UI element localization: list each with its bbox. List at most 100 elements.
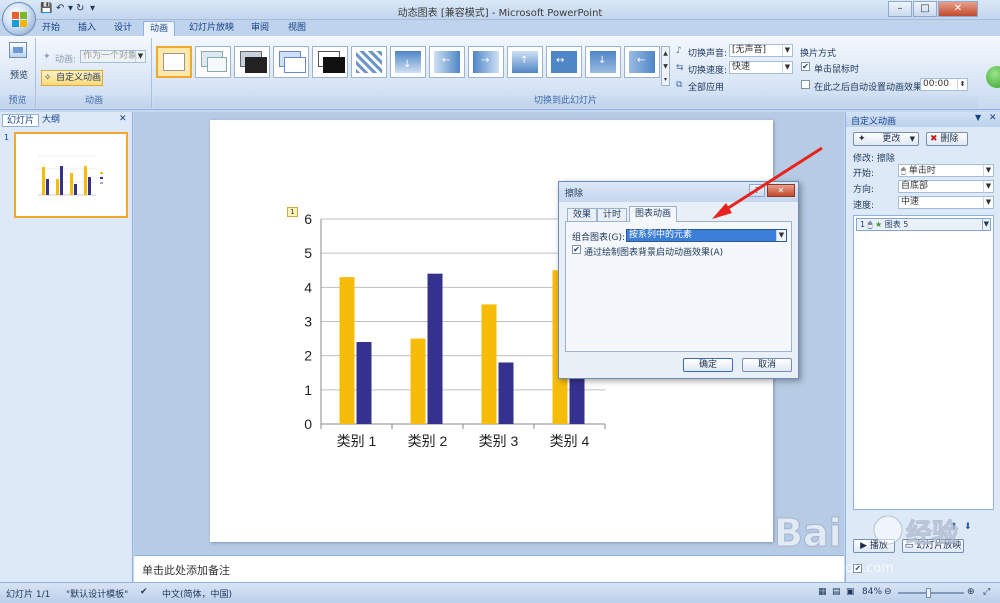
notes-placeholder: 单击此处添加备注 (142, 564, 230, 577)
chevron-down-icon: ▼ (135, 51, 145, 62)
tab-outline[interactable]: 大纲 (38, 114, 64, 127)
slideshow-view-icon[interactable]: ▣ (846, 587, 855, 597)
bar (498, 362, 514, 424)
animation-select[interactable]: 作为一个对象 ▼ (80, 50, 146, 63)
cancel-button[interactable]: 取消 (742, 358, 792, 372)
sound-select[interactable]: [无声音] ▼ (729, 44, 793, 57)
transition-wipe-up[interactable]: ↑ (507, 46, 543, 78)
animation-list-item[interactable]: 1 🖱 ★ 图表 5 ▼ (856, 218, 991, 231)
modify-label: 修改: 擦除 (853, 154, 895, 164)
zoom-in-icon[interactable]: ⊕ (967, 587, 975, 597)
advance-title: 换片方式 (800, 49, 837, 59)
group-chart-select[interactable]: 按系列中的元素 ▼ (626, 229, 787, 242)
tab-slides[interactable]: 幻灯片 (2, 114, 40, 127)
tab-insert[interactable]: 插入 (72, 21, 102, 36)
change-button[interactable]: ✦ 更改 ▼ (853, 132, 919, 146)
transition-none[interactable] (156, 46, 192, 78)
speed-select-value: 快速 (732, 62, 751, 72)
transition-cut[interactable] (273, 46, 309, 78)
sorter-view-icon[interactable]: ▤ (832, 587, 841, 597)
pane-menu-icon[interactable]: ▼ (975, 113, 981, 122)
close-icon[interactable]: ✕ (767, 184, 795, 197)
apply-all-button[interactable]: 全部应用 (688, 80, 724, 93)
normal-view-icon[interactable]: ▦ (818, 587, 827, 597)
preview-icon[interactable] (9, 42, 27, 58)
mouse-icon: 🖱 (867, 220, 873, 229)
office-button[interactable] (2, 2, 36, 36)
speed-icon: ⇆ (676, 63, 684, 73)
slide-thumbnail[interactable] (14, 132, 128, 218)
tab-design[interactable]: 设计 (108, 21, 138, 36)
speed-select[interactable]: 快速 ▼ (729, 61, 793, 74)
effect-options-dialog: 擦除 ? ✕ 效果 计时 图表动画 组合图表(G): 按系列中的元素 ▼ ✔ 通… (558, 181, 799, 379)
ok-button[interactable]: 确定 (683, 358, 733, 372)
zoom-slider[interactable] (898, 588, 964, 598)
chevron-down-icon: ▼ (983, 181, 993, 192)
transition-wipe-down[interactable]: ↓ (390, 46, 426, 78)
tab-effect[interactable]: 效果 (567, 208, 597, 222)
direction-label: 方向: (853, 185, 875, 195)
animation-group: ✦ 动画: 作为一个对象 ▼ ✧ 自定义动画 动画 (37, 38, 152, 108)
tab-animation[interactable]: 动画 (143, 21, 176, 36)
transition-split[interactable]: ↔ (546, 46, 582, 78)
auto-advance-time[interactable]: 00:00 ⬍ (920, 78, 968, 91)
transition-push-left[interactable]: ← (624, 46, 660, 78)
transition-fade-black[interactable] (234, 46, 270, 78)
chevron-down-icon: ▼ (909, 135, 915, 143)
custom-animation-button[interactable]: ✧ 自定义动画 (41, 70, 103, 86)
ribbon: 预览 预览 ✦ 动画: 作为一个对象 ▼ ✧ 自定义动画 动画 ↓ ← → ↑ … (0, 36, 1000, 110)
slides-pane: 幻灯片 大纲 ✕ 1 (0, 112, 133, 582)
close-icon[interactable]: ✕ (119, 114, 127, 124)
bar (410, 338, 426, 424)
tab-chart-animation[interactable]: 图表动画 (629, 206, 677, 222)
auto-advance-checkbox[interactable] (801, 80, 810, 89)
item-label: 图表 5 (884, 220, 909, 229)
theme-name: "默认设计模板" (66, 590, 129, 600)
transition-push-down[interactable]: ↓ (585, 46, 621, 78)
maximize-button[interactable]: □ (913, 1, 937, 17)
close-icon[interactable]: ✕ (989, 113, 997, 123)
on-click-checkbox[interactable]: ✔ (801, 62, 810, 71)
chart-background-label: 通过绘制图表背景启动动画效果(A) (584, 248, 724, 258)
slide-info: 幻灯片 1/1 (6, 590, 51, 600)
tab-timing[interactable]: 计时 (597, 208, 627, 222)
transition-fade-smooth[interactable] (195, 46, 231, 78)
notes-pane[interactable]: 单击此处添加备注 (134, 555, 844, 582)
auto-advance-label: 在此之后自动设置动画效果: (814, 83, 926, 93)
tab-review[interactable]: 审阅 (245, 21, 275, 36)
language[interactable]: 中文(简体，中国) (162, 587, 232, 600)
close-button[interactable]: ✕ (938, 1, 978, 17)
dialog-title-bar: 擦除 ? ✕ (559, 182, 798, 202)
pane-title: 自定义动画 (851, 117, 897, 127)
y-tick-label: 3 (304, 314, 312, 330)
gallery-scroll[interactable]: ▲ ▼ ▾ (661, 46, 670, 86)
tab-home[interactable]: 开始 (36, 21, 66, 36)
zoom-slider-thumb[interactable] (926, 588, 931, 598)
start-select[interactable]: 🖱 单击时 ▼ (898, 164, 994, 177)
chevron-down-icon: ▼ (782, 62, 792, 73)
auto-time-value: 00:00 (923, 79, 949, 89)
animation-group-label: 动画 (37, 95, 151, 108)
tab-view[interactable]: 视图 (282, 21, 312, 36)
ribbon-tabs: 开始 插入 设计 动画 幻灯片放映 审阅 视图 (0, 20, 1000, 36)
minimize-button[interactable]: – (888, 1, 912, 17)
zoom-level[interactable]: 84% (862, 587, 882, 597)
svg-text:经验: 经验 (906, 518, 958, 549)
pane-header: 自定义动画 ▼ ✕ (846, 112, 1000, 127)
spellcheck-icon[interactable]: ✔ (140, 587, 148, 597)
delete-button[interactable]: ✖ 删除 (926, 132, 968, 146)
tab-slideshow[interactable]: 幻灯片放映 (183, 21, 240, 36)
transition-cut-black[interactable] (312, 46, 348, 78)
animation-list: 1 🖱 ★ 图表 5 ▼ (853, 215, 994, 510)
direction-select[interactable]: 自底部 ▼ (898, 180, 994, 193)
x-tick-label: 类别 2 (408, 433, 448, 449)
chart-background-checkbox[interactable]: ✔ (572, 245, 581, 254)
transition-dissolve[interactable] (351, 46, 387, 78)
preview-button[interactable]: 预览 (10, 68, 28, 81)
transition-wipe-right[interactable]: → (468, 46, 504, 78)
help-icon[interactable]: ? (749, 184, 765, 197)
transition-wipe-left[interactable]: ← (429, 46, 465, 78)
fit-slide-icon[interactable]: ⤢ (983, 587, 990, 597)
zoom-out-icon[interactable]: ⊖ (884, 587, 892, 597)
speed-select-pane[interactable]: 中速 ▼ (898, 196, 994, 209)
